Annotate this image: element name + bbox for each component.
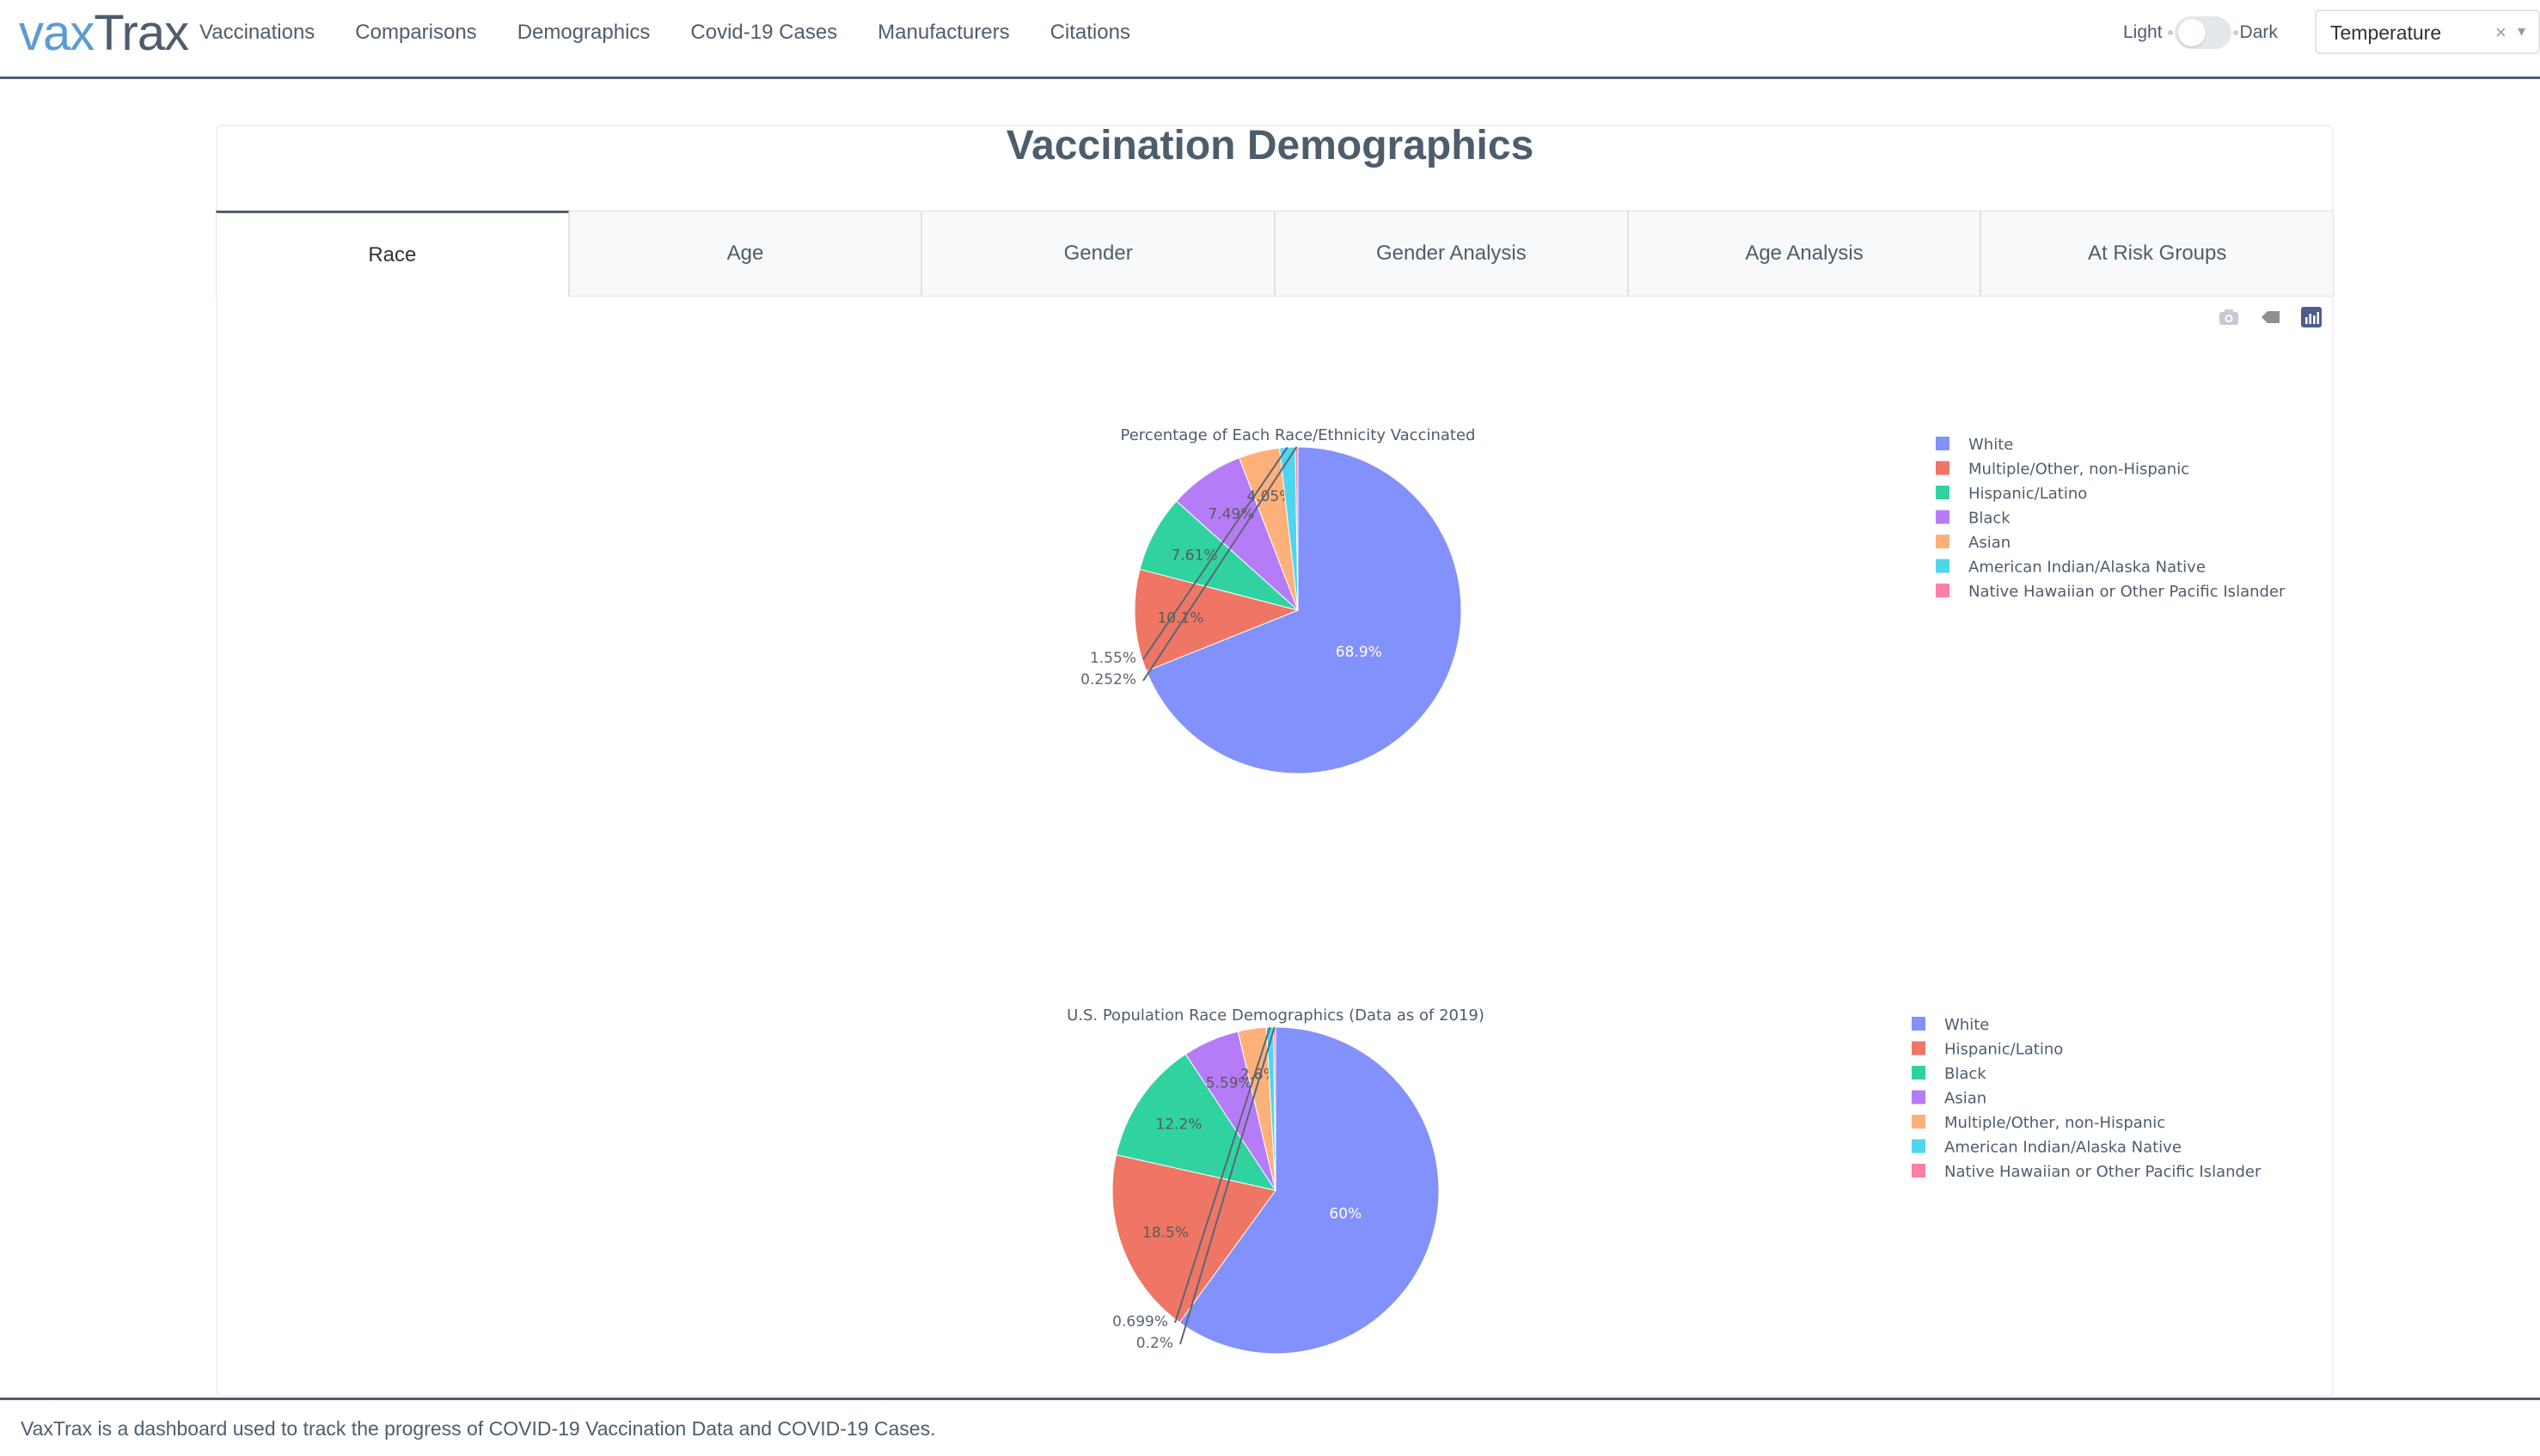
tab-at-risk-groups[interactable]: At Risk Groups (1980, 211, 2335, 297)
theme-dark-label: Dark (2239, 22, 2278, 42)
tab-age-analysis[interactable]: Age Analysis (1627, 211, 1981, 297)
nav-link-comparisons[interactable]: Comparisons (355, 21, 476, 45)
demographics-tabs: Race Age Gender Gender Analysis Age Anal… (216, 211, 2335, 297)
brand-logo-part2: Trax (94, 5, 189, 61)
nav-link-citations[interactable]: Citations (1050, 21, 1130, 45)
page-title: Vaccination Demographics (1006, 123, 1534, 168)
tab-age[interactable]: Age (568, 211, 922, 297)
brand-logo[interactable]: vaxTrax (19, 2, 189, 65)
chevron-down-icon[interactable]: ▾ (2518, 22, 2525, 40)
top-navbar: vaxTrax Vaccinations Comparisons Demogra… (0, 0, 2540, 79)
nav-links: Vaccinations Comparisons Demographics Co… (199, 0, 1171, 65)
footer: VaxTrax is a dashboard used to track the… (0, 1398, 2540, 1456)
eraser-icon[interactable] (2259, 306, 2281, 328)
plotly-logo-icon[interactable] (2300, 306, 2323, 328)
plot-modebar (2218, 306, 2323, 328)
metric-dropdown-value: Temperature (2330, 21, 2442, 44)
switch-dot-left-icon (2167, 30, 2173, 35)
clear-icon[interactable]: × (2495, 21, 2506, 44)
brand-logo-part1: vax (19, 5, 95, 61)
metric-dropdown[interactable]: Temperature × ▾ (2315, 9, 2540, 54)
switch-dot-right-icon (2232, 30, 2238, 35)
theme-light-label: Light (2123, 22, 2163, 42)
camera-icon[interactable] (2218, 306, 2240, 328)
theme-toggle: Light Dark (2123, 15, 2278, 50)
switch-knob[interactable] (2177, 19, 2206, 46)
nav-link-manufacturers[interactable]: Manufacturers (878, 21, 1009, 45)
tab-gender[interactable]: Gender (921, 211, 1276, 297)
footer-text: VaxTrax is a dashboard used to track the… (21, 1417, 936, 1440)
nav-link-vaccinations[interactable]: Vaccinations (199, 21, 315, 45)
theme-switch[interactable] (2167, 16, 2238, 49)
tab-gender-analysis[interactable]: Gender Analysis (1275, 211, 1628, 297)
nav-link-demographics[interactable]: Demographics (517, 21, 651, 45)
tab-race[interactable]: Race (216, 211, 569, 297)
nav-link-covid-cases[interactable]: Covid-19 Cases (690, 21, 837, 45)
